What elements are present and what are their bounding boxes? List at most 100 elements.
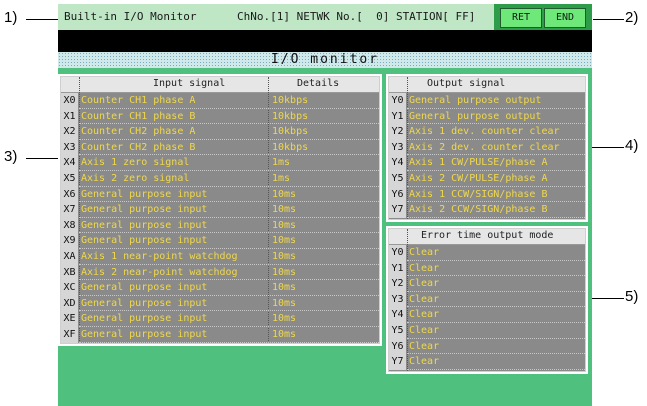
device-address: X7 <box>61 202 78 218</box>
table-row: Y7 Axis 2 CCW/SIGN/phase B <box>389 202 585 218</box>
input-signal-detail: 1ms <box>272 157 291 169</box>
output-signal-name: Axis 2 dev. counter clear <box>409 141 560 153</box>
input-signal-name: Counter CH2 phase B <box>81 141 196 153</box>
device-address: Y4 <box>389 155 406 171</box>
device-address: Y5 <box>389 171 406 187</box>
io-monitor-screen: Built-in I/O Monitor ChNo.[1] NETWK No.[… <box>58 4 592 406</box>
input-signal-name: General purpose input <box>81 297 208 309</box>
table-row: X4 Axis 1 zero signal 1ms <box>61 155 379 171</box>
io-monitor-banner: I/O monitor <box>58 52 592 68</box>
screen-title: Built-in I/O Monitor <box>64 10 197 23</box>
input-signal-detail: 10ms <box>272 188 297 200</box>
table-row: X5 Axis 2 zero signal 1ms <box>61 171 379 187</box>
table-row: Y5 Axis 2 CW/PULSE/phase A <box>389 171 585 187</box>
table-row: XD General purpose input 10ms <box>61 295 379 312</box>
device-address: X4 <box>61 155 78 171</box>
ret-button[interactable]: RET <box>500 8 542 28</box>
table-row: X3 Counter CH2 phase B 10kbps <box>61 139 379 156</box>
input-signal-detail: 10ms <box>272 329 297 340</box>
device-address: Y1 <box>389 260 406 277</box>
input-signal-name: Counter CH1 phase A <box>81 95 196 106</box>
device-address: XB <box>61 264 78 281</box>
input-signal-name: General purpose input <box>81 219 208 231</box>
table-row: Y3 Clear <box>389 291 585 308</box>
input-signal-detail: 10ms <box>272 282 297 294</box>
output-signal-name: Axis 1 CCW/SIGN/phase B <box>409 188 548 200</box>
input-signal-header: Input signal Details <box>61 77 379 93</box>
input-signal-name: Counter CH1 phase B <box>81 110 196 122</box>
callout-3-line <box>26 158 62 159</box>
nav-button-group: RET END <box>494 4 592 30</box>
table-row: Y0 Clear <box>389 245 585 261</box>
details-col-header: Details <box>297 78 340 89</box>
input-signal-detail: 10ms <box>272 219 297 231</box>
row-divider <box>407 368 585 370</box>
device-address: Y3 <box>389 139 406 156</box>
input-signal-detail: 1ms <box>272 173 291 184</box>
input-signal-detail: 10kbps <box>272 126 309 138</box>
device-address: X9 <box>61 233 78 249</box>
device-address: Y6 <box>389 338 406 355</box>
input-signal-panel: Input signal Details X0 Counter CH1 phase… <box>58 74 382 346</box>
callout-4: 4) <box>625 137 639 154</box>
table-row: Y1 Clear <box>389 260 585 277</box>
table-row: X7 General purpose input 10ms <box>61 202 379 218</box>
input-signal-detail: 10ms <box>272 204 297 216</box>
table-row: X2 Counter CH2 phase A 10kbps <box>61 124 379 140</box>
error-mode-value: Clear <box>409 309 440 321</box>
output-signal-name: General purpose output <box>409 95 542 106</box>
title-bar: Built-in I/O Monitor ChNo.[1] NETWK No.[… <box>58 4 592 30</box>
callout-5: 5) <box>625 288 639 305</box>
table-row: Y6 Clear <box>389 338 585 355</box>
table-row: Y2 Axis 1 dev. counter clear <box>389 124 585 140</box>
table-row: X1 Counter CH1 phase B 10kbps <box>61 108 379 125</box>
error-mode-col-header: Error time output mode <box>421 230 554 241</box>
device-address: XA <box>61 249 78 265</box>
output-signal-header: Output signal <box>389 77 585 93</box>
callout-2: 2) <box>625 9 639 26</box>
device-address: XF <box>61 327 78 343</box>
input-signal-name: General purpose input <box>81 188 208 200</box>
input-signal-name: Axis 2 near-point watchdog <box>81 266 238 278</box>
input-signal-name: Counter CH2 phase A <box>81 126 196 138</box>
callout-5-line <box>588 298 624 299</box>
output-signal-col-header: Output signal <box>427 78 506 89</box>
separator-bar <box>58 30 592 52</box>
output-signal-panel: Output signal Y0 General purpose output Y1… <box>386 74 588 222</box>
input-signal-detail: 10ms <box>272 251 297 262</box>
device-address: X3 <box>61 139 78 156</box>
input-signal-name: Axis 2 zero signal <box>81 173 190 184</box>
device-address: Y2 <box>389 276 406 292</box>
error-mode-value: Clear <box>409 325 440 336</box>
output-signal-name: Axis 2 CCW/SIGN/phase B <box>409 204 548 216</box>
station-info: ChNo.[1] NETWK No.[ 0] STATION[ FF] <box>237 10 476 23</box>
device-address: X6 <box>61 186 78 203</box>
input-signal-name: Axis 1 near-point watchdog <box>81 251 238 262</box>
error-mode-value: Clear <box>409 340 440 352</box>
table-row: X9 General purpose input 10ms <box>61 233 379 249</box>
device-address: Y0 <box>389 245 406 261</box>
table-row: X8 General purpose input 10ms <box>61 217 379 234</box>
input-signal-name: Axis 1 zero signal <box>81 157 190 169</box>
end-button[interactable]: END <box>544 8 586 28</box>
table-row: XA Axis 1 near-point watchdog 10ms <box>61 249 379 265</box>
callout-1: 1) <box>4 9 18 26</box>
input-signal-name: General purpose input <box>81 282 208 294</box>
device-address: Y7 <box>389 202 406 218</box>
device-address: X8 <box>61 217 78 234</box>
device-address: Y7 <box>389 354 406 370</box>
table-row: XE General purpose input 10ms <box>61 311 379 327</box>
table-row: X6 General purpose input 10ms <box>61 186 379 203</box>
input-signal-detail: 10kbps <box>272 141 309 153</box>
device-address: X2 <box>61 124 78 140</box>
table-row: Y1 General purpose output <box>389 108 585 125</box>
row-divider <box>79 341 379 343</box>
input-signal-name: General purpose input <box>81 204 208 216</box>
input-signal-col-header: Input signal <box>153 78 226 89</box>
row-divider <box>407 216 585 218</box>
device-address: Y6 <box>389 186 406 203</box>
table-row: Y3 Axis 2 dev. counter clear <box>389 139 585 156</box>
output-signal-name: Axis 2 CW/PULSE/phase A <box>409 173 548 184</box>
input-signal-detail: 10ms <box>272 297 297 309</box>
error-mode-panel: Error time output mode Y0 Clear Y1 Clear Y2 C… <box>386 226 588 374</box>
